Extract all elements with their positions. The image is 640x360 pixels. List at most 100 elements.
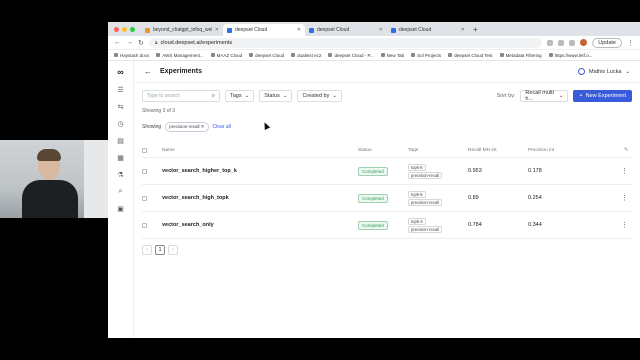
forward-arrow-icon[interactable]: → — [126, 39, 133, 46]
update-button[interactable]: Update — [592, 37, 622, 48]
table-header: Name Status Tags Recall MH int Precision… — [142, 144, 632, 158]
tag-badge: precision-recall — [408, 225, 443, 233]
edit-columns-icon[interactable]: ✎ — [624, 148, 628, 153]
browser-tab-active[interactable]: deepset Cloud ✕ — [223, 24, 305, 36]
new-tab-icon[interactable]: + — [473, 24, 478, 36]
browser-tab[interactable]: deepset Cloud ✕ — [305, 24, 387, 36]
bookmark[interactable]: https://www.letf.o... — [548, 53, 592, 58]
column-header-precision[interactable]: Precision int — [528, 148, 608, 153]
terminal-icon[interactable]: ▣ — [117, 205, 125, 213]
back-arrow-icon[interactable]: ← — [144, 67, 152, 76]
menu-list-icon[interactable]: ☰ — [117, 86, 125, 94]
column-header-tags[interactable]: Tags — [408, 148, 468, 153]
status-filter-dropdown[interactable]: Status ⌄ — [259, 90, 293, 102]
document-icon[interactable]: ▤ — [117, 137, 125, 145]
bookmark[interactable]: deepset Cloud - P... — [328, 53, 374, 58]
recall-value: 0.89 — [468, 195, 479, 201]
extension-icon[interactable] — [569, 39, 576, 46]
bookmark[interactable]: New Tab — [380, 53, 404, 58]
bookmark-icon — [249, 53, 254, 57]
url-input[interactable]: 🔒︎ cloud.deepset.ai/experiments — [148, 37, 543, 48]
bookmark[interactable]: Haystack docs — [114, 53, 149, 58]
tab-label: beyond_chatgpt_infoq_webin... — [153, 27, 212, 33]
bookmark-icon — [448, 53, 453, 57]
more-options-icon[interactable]: ⋮ — [621, 222, 628, 229]
more-options-icon[interactable]: ⋮ — [621, 168, 628, 175]
search-input[interactable]: Type to search ⌕ — [142, 90, 220, 102]
bookmark[interactable]: dualtext ec2 — [291, 53, 321, 58]
browser-tab[interactable]: deepset Cloud ✕ — [387, 24, 469, 36]
tags-filter-label: Tags — [230, 93, 242, 99]
browser-window: beyond_chatgpt_infoq_webin... ✕ deepset … — [108, 22, 640, 338]
maximize-window-button[interactable] — [130, 26, 135, 32]
profile-avatar[interactable] — [580, 39, 588, 46]
files-icon[interactable]: ▦ — [117, 154, 125, 162]
bookmark-icon — [548, 53, 553, 57]
clear-all-link[interactable]: Clear all — [213, 124, 231, 130]
new-experiment-label: New Experiment — [585, 93, 626, 99]
back-arrow-icon[interactable]: ← — [114, 39, 121, 46]
table-row[interactable]: vector_search_only Completed topk-3 prec… — [142, 212, 632, 239]
user-icon — [577, 68, 585, 75]
search-icon[interactable]: ⌕ — [117, 188, 125, 196]
created-by-filter-dropdown[interactable]: Created by ⌄ — [297, 90, 342, 102]
select-all-checkbox[interactable] — [142, 148, 147, 153]
bookmark[interactable]: MAAZ Cloud — [210, 52, 243, 58]
sort-dropdown[interactable]: Recall multi h... ⌄ — [520, 90, 569, 102]
close-tab-icon[interactable]: ✕ — [297, 27, 301, 33]
bookmark-label: MAAZ Cloud — [216, 52, 243, 58]
experiment-name[interactable]: vector_search_higher_top_k — [162, 168, 237, 174]
column-header-status[interactable]: Status — [358, 148, 408, 153]
deepset-app: ∞ ☰ ⇆ ◷ ▤ ▦ ⚗ ⌕ ▣ ← Experiments Mathis L… — [108, 61, 640, 338]
close-tab-icon[interactable]: ✕ — [215, 27, 219, 33]
deepset-logo-icon[interactable]: ∞ — [115, 67, 127, 77]
filter-chip[interactable]: precision-recall ✕ — [165, 122, 209, 132]
bookmark[interactable]: Sol Projects — [411, 53, 441, 58]
row-checkbox[interactable] — [142, 168, 147, 174]
recall-value: 0.953 — [468, 168, 482, 174]
close-tab-icon[interactable]: ✕ — [461, 27, 465, 33]
results-count: Showing 3 of 3 — [142, 108, 176, 114]
deepset-favicon-icon — [309, 27, 314, 33]
main-content: ← Experiments Mathis Lucka ⌄ Type to sea… — [134, 61, 640, 338]
experiments-flask-icon[interactable]: ⚗ — [117, 171, 125, 179]
user-menu[interactable]: Mathis Lucka ⌄ — [577, 68, 630, 75]
sort-by-label: Sort by: — [496, 93, 516, 99]
column-header-name[interactable]: Name — [156, 148, 358, 153]
reload-icon[interactable]: ↻ — [138, 39, 144, 47]
row-checkbox[interactable] — [142, 222, 147, 228]
page-title: Experiments — [160, 68, 203, 75]
tab-label: deepset Cloud — [235, 27, 268, 33]
more-options-icon[interactable]: ⋮ — [621, 195, 628, 202]
experiments-table: Name Status Tags Recall MH int Precision… — [142, 144, 632, 239]
browser-menu-icon[interactable]: ⋮ — [627, 39, 634, 47]
extension-icon[interactable] — [558, 39, 565, 46]
page-button[interactable]: 1 — [155, 245, 165, 255]
bookmark[interactable]: deepset Cloud — [249, 53, 284, 58]
extension-icon[interactable] — [547, 39, 554, 46]
minimize-window-button[interactable] — [122, 26, 127, 32]
bookmark[interactable]: AWS Management... — [156, 53, 204, 58]
new-experiment-button[interactable]: + New Experiment — [573, 90, 632, 102]
bookmark[interactable]: deepset Cloud Test — [448, 53, 493, 58]
table-row[interactable]: vector_search_high_topk Completed topk-5… — [142, 185, 632, 212]
experiment-name[interactable]: vector_search_only — [162, 222, 214, 228]
clock-icon[interactable]: ◷ — [117, 120, 125, 128]
close-window-button[interactable] — [114, 26, 119, 32]
column-header-recall[interactable]: Recall MH int — [468, 148, 528, 153]
next-page-button[interactable]: › — [168, 245, 178, 255]
row-checkbox[interactable] — [142, 195, 147, 201]
table-row[interactable]: vector_search_higher_top_k Completed top… — [142, 158, 632, 185]
previous-page-button[interactable]: ‹ — [142, 245, 152, 255]
close-icon[interactable]: ✕ — [201, 124, 205, 129]
bookmark-label: Haystack docs — [120, 52, 150, 58]
bookmark[interactable]: Metadata Filtering — [499, 52, 542, 58]
tag-badge: topk-5 — [408, 190, 426, 198]
webcam-background — [84, 140, 108, 218]
browser-tab[interactable]: beyond_chatgpt_infoq_webin... ✕ — [141, 24, 223, 36]
bookmark-label: Metadata Filtering — [505, 52, 542, 58]
close-tab-icon[interactable]: ✕ — [379, 27, 383, 33]
experiment-name[interactable]: vector_search_high_topk — [162, 195, 229, 201]
swap-icon[interactable]: ⇆ — [117, 103, 125, 111]
tags-filter-dropdown[interactable]: Tags ⌄ — [225, 90, 255, 102]
